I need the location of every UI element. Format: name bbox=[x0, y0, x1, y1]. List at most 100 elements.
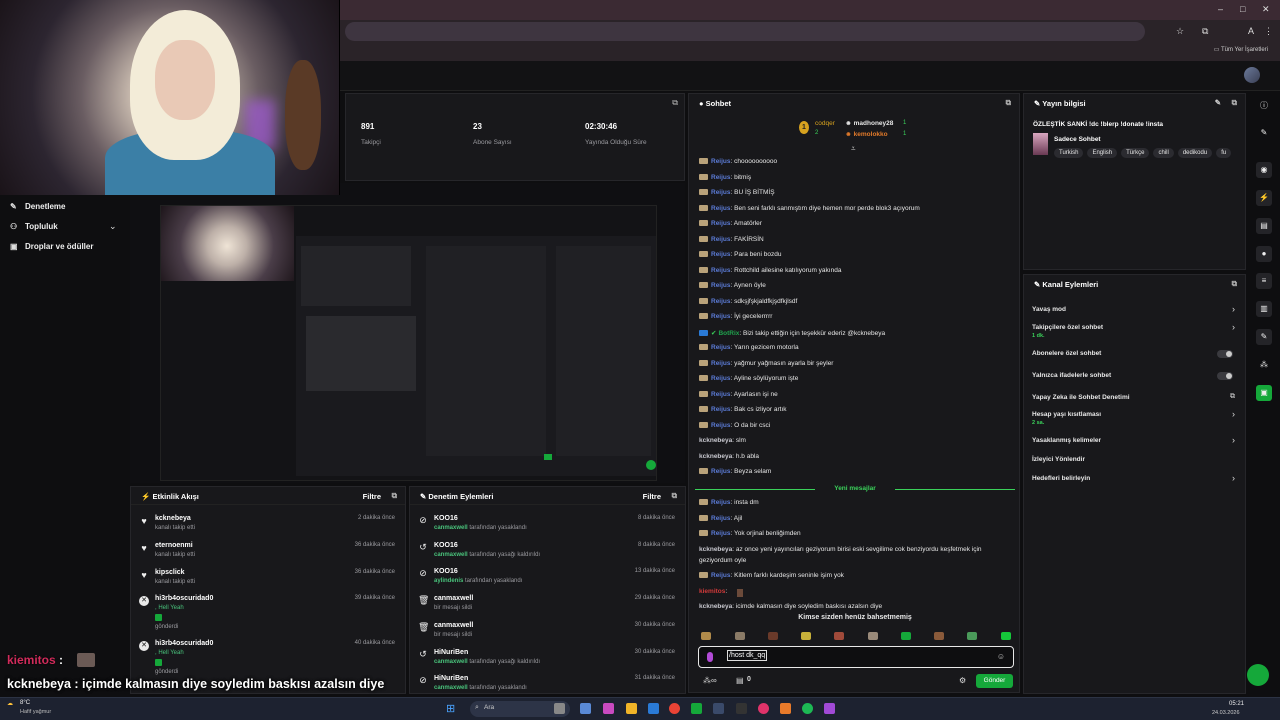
extensions-icon[interactable]: ⧉ bbox=[1202, 26, 1208, 37]
menu-icon[interactable]: ⋮ bbox=[1264, 26, 1273, 37]
channel-action-item[interactable]: İzleyici Yönlendir bbox=[1024, 456, 1245, 474]
tag-chip[interactable]: dedikodu bbox=[1177, 148, 1213, 158]
taskbar-app-icon[interactable] bbox=[736, 703, 747, 714]
taskbar-app-icon[interactable] bbox=[648, 703, 659, 714]
floating-chat-button[interactable] bbox=[1247, 664, 1269, 686]
chat-username[interactable]: kcknebeya bbox=[699, 437, 732, 444]
document-icon[interactable]: ▤ bbox=[1256, 218, 1272, 234]
taskbar-app-icon[interactable] bbox=[554, 703, 565, 714]
chat-message[interactable]: Reijus: Kitlem farklı kardeşim seninle i… bbox=[699, 572, 844, 579]
expand-icon[interactable]: ⩡ bbox=[851, 144, 856, 154]
profile-icon[interactable]: A bbox=[1248, 26, 1254, 36]
chat-username[interactable]: Reijus bbox=[711, 360, 731, 367]
chat-message[interactable]: Reijus: Ayarlasın işi ne bbox=[699, 391, 778, 398]
chat-username[interactable]: kcknebeya bbox=[699, 453, 732, 460]
chat-bubble-icon[interactable]: ● bbox=[1256, 246, 1272, 262]
channel-action-item[interactable]: Yapay Zeka ile Sohbet Denetimi ⧉ bbox=[1024, 393, 1245, 412]
maximize-button[interactable]: □ bbox=[1240, 4, 1245, 14]
info-icon[interactable]: ⓘ bbox=[1256, 98, 1272, 114]
popout-icon[interactable]: ⧉ bbox=[392, 491, 397, 501]
chat-username[interactable]: Reijus bbox=[711, 158, 731, 165]
list-icon[interactable]: ≡ bbox=[1256, 273, 1272, 289]
close-button[interactable]: ✕ bbox=[1262, 4, 1270, 15]
chat-username[interactable]: Reijus bbox=[711, 298, 731, 305]
taskbar-app-icon[interactable] bbox=[626, 703, 637, 714]
category-name[interactable]: Sadece Sohbet bbox=[1054, 136, 1101, 143]
popout-icon[interactable]: ⧉ bbox=[1006, 98, 1011, 108]
popout-icon[interactable]: ⧉ bbox=[1232, 279, 1237, 289]
moderation-item[interactable]: 🗑 canmaxwell bir mesajı sildi 30 dakika önc… bbox=[410, 620, 685, 644]
chat-message[interactable]: Reijus: İyi gecelerrrrr bbox=[699, 313, 772, 320]
chat-message[interactable]: Reijus: Aynen öyle bbox=[699, 282, 766, 289]
taskbar-app-icon[interactable] bbox=[758, 703, 769, 714]
chevron-right-icon[interactable]: › bbox=[1232, 409, 1235, 419]
nav-item-moderation[interactable]: ✎ Denetleme bbox=[10, 202, 65, 211]
chat-username[interactable]: Reijus bbox=[711, 220, 731, 227]
emote-icon[interactable] bbox=[735, 632, 745, 640]
chat-username[interactable]: Reijus bbox=[711, 282, 731, 289]
app-icon[interactable]: ▣ bbox=[1256, 385, 1272, 401]
star-icon[interactable]: ☆ bbox=[1176, 26, 1184, 37]
chat-message[interactable]: Reijus: Ben seni farklı sanmıştım diye h… bbox=[699, 205, 920, 212]
popout-icon[interactable]: ⧉ bbox=[1232, 98, 1237, 108]
chat-username[interactable]: kcknebeya bbox=[699, 603, 732, 610]
channel-action-item[interactable]: Hesap yaşı kısıtlaması 2 sa. › bbox=[1024, 409, 1245, 429]
external-link-icon[interactable]: ⧉ bbox=[1230, 393, 1235, 401]
weather-icon[interactable]: ☁ bbox=[7, 700, 13, 707]
chat-message[interactable]: Reijus: Yok orjinal benliğimden bbox=[699, 530, 801, 537]
server-icon[interactable]: ▥ bbox=[1256, 301, 1272, 317]
moderation-item[interactable]: ⊘ KOO16 canmaxwell tarafından yasaklandı 8 … bbox=[410, 513, 685, 537]
user-avatar[interactable] bbox=[1244, 67, 1260, 83]
emote-icon[interactable] bbox=[801, 632, 811, 640]
wrench-icon[interactable]: ✎ bbox=[1256, 329, 1272, 345]
emote-icon[interactable] bbox=[901, 632, 911, 640]
chat-username[interactable]: Reijus bbox=[711, 205, 731, 212]
channel-action-item[interactable]: Takipçilere özel sohbet 1 dk. › bbox=[1024, 322, 1245, 342]
settings-icon[interactable]: ⚙ bbox=[959, 676, 966, 685]
channel-action-item[interactable]: Abonelere özel sohbet bbox=[1024, 350, 1245, 368]
chat-input[interactable]: /host dk_qq ☺ bbox=[698, 646, 1014, 668]
chevron-right-icon[interactable]: › bbox=[1232, 473, 1235, 483]
emote-icon[interactable] bbox=[834, 632, 844, 640]
chat-username[interactable]: Reijus bbox=[711, 406, 731, 413]
tag-chip[interactable]: English bbox=[1087, 148, 1118, 158]
chevron-down-icon[interactable]: ⌄ bbox=[109, 221, 117, 232]
stream-preview[interactable] bbox=[130, 183, 685, 483]
chat-username[interactable]: Reijus bbox=[711, 391, 731, 398]
edit-icon[interactable]: ✎ bbox=[1215, 98, 1221, 107]
chat-message[interactable]: kcknebeya: h.b abla bbox=[699, 453, 759, 460]
chat-message[interactable]: kiemitos: bbox=[699, 588, 727, 595]
emote-icon[interactable] bbox=[967, 632, 977, 640]
emote-icon[interactable] bbox=[1001, 632, 1011, 640]
all-bookmarks-link[interactable]: ▭ Tüm Yer İşaretleri bbox=[1214, 46, 1268, 53]
address-bar[interactable] bbox=[345, 22, 1145, 41]
users-icon[interactable]: ⁂ bbox=[1256, 357, 1272, 373]
start-icon[interactable]: ⊞ bbox=[446, 702, 455, 715]
pencil-icon[interactable]: ✎ bbox=[1256, 125, 1272, 141]
chat-username[interactable]: Reijus bbox=[711, 344, 731, 351]
chat-message[interactable]: Reijus: bitmiş bbox=[699, 174, 751, 181]
minimize-button[interactable]: – bbox=[1218, 4, 1223, 14]
moderation-item[interactable]: ↺ KOO16 canmaxwell tarafından yasağı kaldı… bbox=[410, 540, 685, 564]
activity-item[interactable]: ✕ hi3rb4oscuridad0 , Hell Yeah gönderdi 39 d… bbox=[131, 593, 405, 633]
chat-username[interactable]: Reijus bbox=[711, 515, 731, 522]
emoji-icon[interactable]: ☺ bbox=[997, 652, 1005, 661]
top-chatter-2[interactable]: ☻ madhoney28 bbox=[845, 120, 893, 127]
steam-icon[interactable] bbox=[713, 703, 724, 714]
emote-icon[interactable] bbox=[934, 632, 944, 640]
lightning-icon[interactable]: ⚡ bbox=[1256, 190, 1272, 206]
taskbar-app-icon[interactable] bbox=[691, 703, 702, 714]
nav-item-community[interactable]: ⚇ Topluluk bbox=[10, 222, 58, 231]
clipboard-icon[interactable]: ▤ bbox=[736, 676, 744, 685]
chat-message[interactable]: kcknebeya: az once yeni yayıncıları gezi… bbox=[699, 546, 982, 553]
tag-chip[interactable]: fu bbox=[1216, 148, 1232, 158]
moderation-item[interactable]: ⊘ HiNuriBen canmaxwell tarafından yasaklan… bbox=[410, 673, 685, 697]
chat-message[interactable]: Reijus: BU İŞ BİTMİŞ bbox=[699, 189, 775, 196]
chat-username[interactable]: Reijus bbox=[711, 499, 731, 506]
chat-message[interactable]: kcknebeya: icimde kalmasın diye soyledim… bbox=[699, 603, 882, 610]
channel-action-item[interactable]: Yalnızca ifadelerle sohbet bbox=[1024, 372, 1245, 390]
chat-message[interactable]: Reijus: Para beni bozdu bbox=[699, 251, 781, 258]
channel-action-item[interactable]: Hedefleri belirleyin › bbox=[1024, 473, 1245, 493]
chat-message[interactable]: Reijus: insta dm bbox=[699, 499, 759, 506]
chat-username[interactable]: Reijus bbox=[711, 251, 731, 258]
